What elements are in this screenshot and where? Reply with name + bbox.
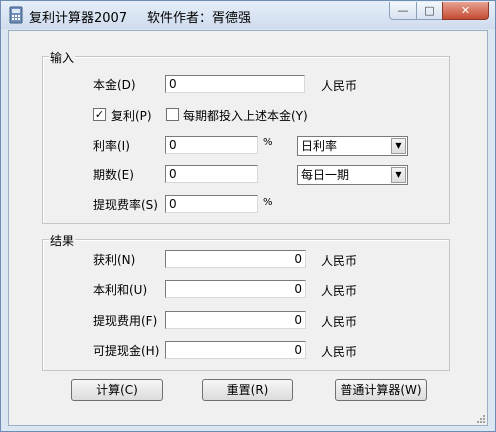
close-icon: ✕	[460, 4, 471, 17]
author-label: 软件作者：胥德强	[147, 11, 252, 26]
minimize-button[interactable]: —	[389, 2, 417, 20]
minimize-icon: —	[397, 4, 409, 17]
principal-unit-label: 人民币	[321, 79, 358, 93]
client-area: 输入 本金(D) 0 人民币 ✓ 复利(P) 每期都投入上述本金(Y) 利率(I…	[8, 30, 488, 426]
periods-input[interactable]: 0	[165, 165, 258, 183]
app-window: 复利计算器2007 软件作者：胥德强 — □ ✕ 输入 本金(D) 0 人民币 …	[0, 0, 496, 432]
maximize-icon: □	[424, 4, 435, 17]
reinvest-label[interactable]: 每期都投入上述本金(Y)	[183, 107, 308, 124]
reset-button[interactable]: 重置(R)	[202, 379, 293, 401]
total-output[interactable]: 0	[165, 280, 306, 298]
window-title: 复利计算器2007	[29, 11, 128, 26]
rate-unit-label: %	[263, 137, 273, 148]
result-group-title: 结果	[49, 232, 76, 249]
total-label: 本利和(U)	[93, 283, 148, 297]
periods-label: 期数(E)	[93, 168, 134, 182]
reinvest-checkbox[interactable]	[166, 108, 179, 121]
principal-input[interactable]: 0	[165, 75, 305, 93]
rate-type-value: 日利率	[301, 139, 338, 153]
fee-rate-label: 提现费率(S)	[93, 198, 158, 212]
profit-label: 获利(N)	[93, 253, 136, 267]
fee-cost-unit-label: 人民币	[321, 315, 358, 329]
fee-rate-input[interactable]: 0	[165, 195, 258, 213]
rate-label: 利率(I)	[93, 139, 130, 153]
profit-output[interactable]: 0	[165, 250, 306, 268]
maximize-button[interactable]: □	[416, 2, 443, 20]
resize-grip-icon[interactable]	[475, 413, 485, 423]
title-bar[interactable]: 复利计算器2007 软件作者：胥德强 — □ ✕	[1, 1, 495, 29]
withdrawable-output[interactable]: 0	[165, 341, 306, 359]
app-icon	[9, 6, 23, 24]
calculate-button[interactable]: 计算(C)	[71, 379, 163, 401]
chevron-down-icon[interactable]: ▼	[391, 167, 406, 183]
input-group-title: 输入	[49, 49, 76, 66]
withdrawable-label: 可提现金(H)	[93, 344, 160, 358]
chevron-down-icon[interactable]: ▼	[391, 138, 406, 154]
compound-checkbox[interactable]: ✓	[93, 108, 106, 121]
checkmark-icon: ✓	[94, 108, 105, 121]
rate-type-select[interactable]: 日利率 ▼	[297, 136, 408, 156]
compound-label[interactable]: 复利(P)	[111, 107, 152, 124]
close-button[interactable]: ✕	[442, 2, 489, 20]
fee-rate-unit-label: %	[263, 197, 273, 208]
total-unit-label: 人民币	[321, 284, 358, 298]
period-type-select[interactable]: 每日一期 ▼	[297, 165, 408, 185]
profit-unit-label: 人民币	[321, 254, 358, 268]
rate-input[interactable]: 0	[165, 136, 258, 154]
principal-label: 本金(D)	[93, 78, 136, 92]
basic-calculator-button[interactable]: 普通计算器(W)	[335, 379, 427, 401]
withdrawable-unit-label: 人民币	[321, 345, 358, 359]
fee-cost-output[interactable]: 0	[165, 311, 306, 329]
period-type-value: 每日一期	[301, 168, 350, 182]
fee-cost-label: 提现费用(F)	[93, 314, 158, 328]
